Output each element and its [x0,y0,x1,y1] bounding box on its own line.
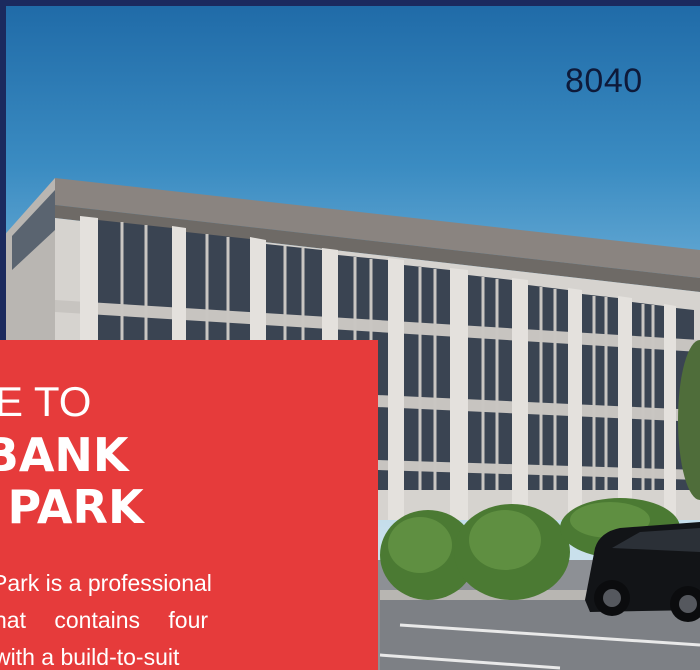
welcome-heading-text: ME TO [0,378,92,425]
building-address-number: 8040 [565,62,643,100]
hero-section: 8040 ME TO C BANK E PARK Park is a profe… [0,0,700,670]
description-line-2: hat contains four [0,607,209,633]
welcome-description: Park is a professional hat contains four… [0,565,378,670]
welcome-heading-line1: ME TO [0,378,91,426]
park-name-text-1: C BANK [0,428,129,482]
welcome-heading-line3: E PARK [0,480,144,534]
frame-top-border [0,0,700,6]
welcome-heading-line2: C BANK [0,428,129,482]
description-line-3: with a build-to-suit [0,644,180,670]
description-line-1: Park is a professional [0,570,212,596]
welcome-panel: ME TO C BANK E PARK Park is a profession… [0,340,378,670]
park-name-text-2: E PARK [0,480,144,534]
